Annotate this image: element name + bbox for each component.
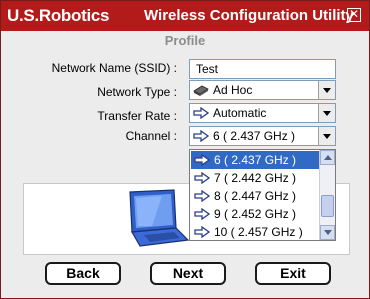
- close-icon: ✕: [348, 7, 360, 21]
- channel-option[interactable]: 10 ( 2.457 GHz ): [191, 223, 320, 241]
- channel-option[interactable]: 9 ( 2.452 GHz ): [191, 205, 320, 223]
- arrow-right-icon: [194, 226, 210, 238]
- channel-option[interactable]: 6 ( 2.437 GHz ): [191, 151, 320, 169]
- scroll-up-button[interactable]: [320, 150, 335, 165]
- title-bar[interactable]: U.S.Robotics Wireless Configuration Util…: [1, 1, 369, 31]
- exit-button[interactable]: Exit: [255, 262, 331, 285]
- network-type-value: Ad Hoc: [213, 83, 253, 97]
- channel-option-label: 7 ( 2.442 GHz ): [214, 171, 297, 185]
- transfer-rate-label: Transfer Rate :: [97, 109, 177, 123]
- scroll-down-button[interactable]: [320, 225, 335, 240]
- channel-option-label: 10 ( 2.457 GHz ): [214, 225, 303, 239]
- arrow-right-icon: [194, 154, 210, 166]
- arrow-right-icon: [194, 172, 210, 184]
- ssid-label: Network Name (SSID) :: [51, 61, 177, 75]
- transfer-rate-select[interactable]: Automatic: [189, 103, 336, 123]
- next-button[interactable]: Next: [150, 262, 226, 285]
- arrow-right-icon: [194, 190, 210, 202]
- arrow-right-icon: [193, 130, 209, 142]
- page-title: Profile: [164, 33, 206, 48]
- chevron-down-icon[interactable]: [318, 81, 335, 99]
- channel-option-label: 6 ( 2.437 GHz ): [214, 153, 297, 167]
- ssid-value: Test: [196, 62, 219, 76]
- window-title: Wireless Configuration Utility: [144, 7, 354, 24]
- channel-label: Channel :: [125, 129, 177, 143]
- ssid-input[interactable]: Test: [189, 59, 336, 79]
- channel-option-label: 9 ( 2.452 GHz ): [214, 207, 297, 221]
- chevron-down-icon[interactable]: [318, 127, 335, 145]
- close-button[interactable]: ✕: [347, 8, 361, 22]
- window: U.S.Robotics Wireless Configuration Util…: [0, 0, 370, 299]
- back-button[interactable]: Back: [45, 262, 121, 285]
- channel-option[interactable]: 7 ( 2.442 GHz ): [191, 169, 320, 187]
- dropdown-scrollbar[interactable]: [319, 150, 335, 240]
- chevron-down-icon[interactable]: [318, 104, 335, 122]
- laptop-icon: [129, 189, 190, 247]
- network-type-select[interactable]: Ad Hoc: [189, 80, 336, 100]
- channel-value: 6 ( 2.437 GHz ): [213, 129, 296, 143]
- channel-select[interactable]: 6 ( 2.437 GHz ): [189, 126, 336, 146]
- arrow-right-icon: [193, 107, 209, 119]
- channel-option-label: 8 ( 2.447 GHz ): [214, 189, 297, 203]
- network-device-icon: [193, 85, 209, 96]
- scroll-thumb[interactable]: [321, 195, 334, 217]
- channel-dropdown-list[interactable]: 6 ( 2.437 GHz ) 7 ( 2.442 GHz ) 8 ( 2.44…: [189, 149, 336, 241]
- network-type-label: Network Type :: [97, 85, 177, 99]
- channel-option[interactable]: 8 ( 2.447 GHz ): [191, 187, 320, 205]
- arrow-right-icon: [194, 208, 210, 220]
- transfer-rate-value: Automatic: [213, 106, 267, 120]
- brand-logo: U.S.Robotics: [7, 6, 110, 25]
